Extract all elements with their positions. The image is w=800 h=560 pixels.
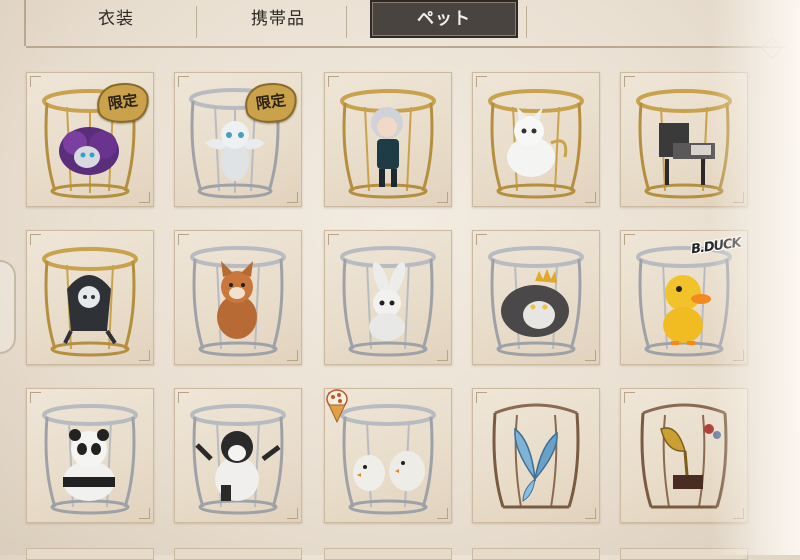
silver-cage-icon bbox=[488, 246, 584, 357]
tab-divider bbox=[526, 6, 527, 38]
gold-cage-icon bbox=[636, 89, 732, 199]
ice-cream-cone-icon bbox=[326, 389, 348, 423]
pet-card-rabbit[interactable] bbox=[324, 230, 452, 365]
pet-card-sheep[interactable]: 限定 bbox=[26, 72, 154, 207]
pet-card-chicks[interactable] bbox=[324, 388, 452, 523]
pet-card-yellow-duck[interactable]: B.DUCK bbox=[620, 230, 748, 365]
pet-card-partial[interactable] bbox=[620, 548, 748, 560]
pet-card-partial[interactable] bbox=[174, 548, 302, 560]
pet-card-mech-chair[interactable] bbox=[620, 72, 748, 207]
gold-cage-icon bbox=[42, 247, 138, 357]
pet-card-crowned-cat[interactable] bbox=[472, 230, 600, 365]
gold-cage-icon bbox=[488, 89, 584, 199]
gold-cage-icon bbox=[340, 89, 436, 199]
silver-cage-icon bbox=[42, 404, 138, 515]
bronze-cage-icon bbox=[492, 403, 580, 509]
pet-card-hooded-creature[interactable] bbox=[26, 230, 154, 365]
tab-pet[interactable]: ペット bbox=[370, 0, 518, 38]
pet-card-partial[interactable] bbox=[26, 548, 154, 560]
silver-cage-icon bbox=[190, 246, 286, 357]
pet-card-partial[interactable] bbox=[472, 548, 600, 560]
silver-cage-icon bbox=[340, 246, 436, 357]
tab-bar: 衣装 携帯品 ペット bbox=[24, 0, 786, 60]
pet-card-doll[interactable] bbox=[324, 72, 452, 207]
tab-divider bbox=[346, 6, 347, 38]
pet-card-partial[interactable] bbox=[324, 548, 452, 560]
pet-card-brown-fox[interactable] bbox=[174, 230, 302, 365]
pet-card-white-fox[interactable] bbox=[472, 72, 600, 207]
tab-divider bbox=[196, 6, 197, 38]
silver-cage-icon bbox=[190, 404, 286, 515]
pet-card-gramophone[interactable] bbox=[620, 388, 748, 523]
bronze-cage-icon bbox=[640, 403, 728, 509]
frame-ornament bbox=[760, 36, 784, 60]
pet-card-winged-cat[interactable]: 限定 bbox=[174, 72, 302, 207]
tab-accessory[interactable]: 携帯品 bbox=[251, 4, 331, 34]
pet-card-panda[interactable] bbox=[26, 388, 154, 523]
left-drawer-handle[interactable] bbox=[0, 260, 16, 354]
pet-card-butterfly[interactable] bbox=[472, 388, 600, 523]
pet-card-bw-cat[interactable] bbox=[174, 388, 302, 523]
tab-costume[interactable]: 衣装 bbox=[98, 4, 158, 34]
